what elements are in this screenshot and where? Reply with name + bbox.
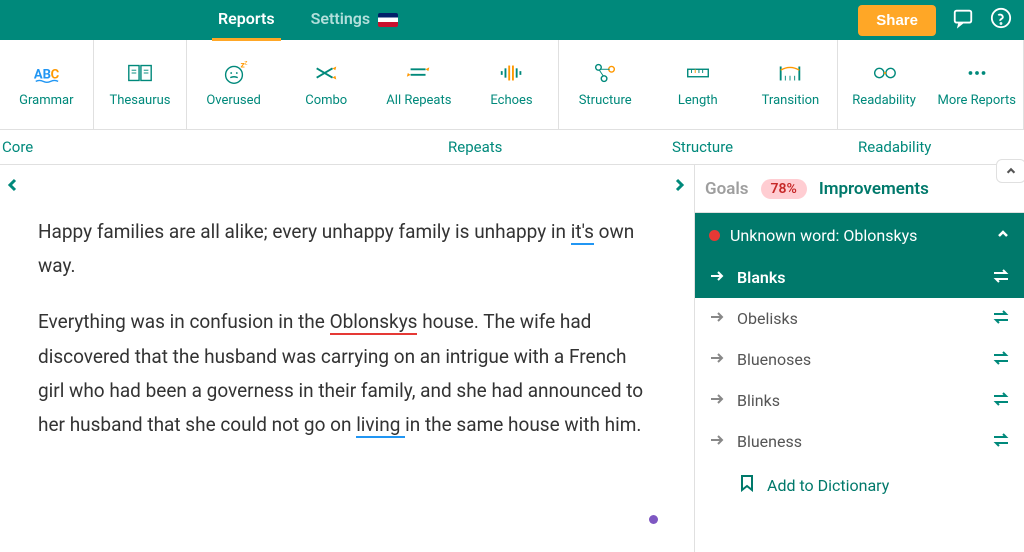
grammar-underline[interactable]: it's [571,220,594,245]
category-structure: Structure [672,138,733,156]
help-icon[interactable] [990,7,1012,33]
collapse-button[interactable] [996,159,1024,183]
share-button[interactable]: Share [858,5,936,36]
arrow-right-icon [709,391,725,410]
replace-icon[interactable] [992,391,1010,410]
issue-dot-icon [709,230,720,241]
category-bar: Core Repeats Structure Readability [0,130,1024,165]
more-icon [963,61,991,85]
svg-text:z: z [244,61,248,67]
toolbar-more[interactable]: More Reports [930,40,1024,129]
top-bar: Reports Settings Share [0,0,1024,40]
suggestion-label: Blueness [737,432,802,451]
issue-header[interactable]: Unknown word: Oblonskys [695,213,1024,257]
replace-icon[interactable] [992,350,1010,369]
paragraph[interactable]: Everything was in confusion in the Oblon… [38,305,648,442]
next-issue-button[interactable] [672,177,686,196]
category-readability: Readability [858,138,931,156]
structure-icon [591,61,619,85]
replace-icon[interactable] [992,268,1010,287]
toolbar-label: Transition [762,93,820,108]
toolbar-thesaurus[interactable]: Thesaurus [94,40,188,129]
allrepeats-icon [405,61,433,85]
suggestion-label: Blanks [737,268,786,287]
toolbar-echoes[interactable]: Echoes [465,40,559,129]
thesaurus-icon [126,61,154,85]
toolbar-structure[interactable]: Structure [559,40,652,129]
grammar-icon: ABC [32,61,60,85]
toolbar-label: Readability [852,93,916,108]
category-repeats: Repeats [448,138,502,156]
grammar-underline[interactable]: living [356,413,405,438]
top-right: Share [858,5,1012,36]
replace-icon[interactable] [992,309,1010,328]
suggestion-label: Blinks [737,391,780,410]
toolbar-label: Length [678,93,718,108]
suggestion-label: Obelisks [737,309,798,328]
chevron-up-icon [996,226,1010,245]
toolbar-transition[interactable]: Transition [744,40,838,129]
readability-icon [870,61,898,85]
issue-title: Unknown word: Oblonskys [730,226,917,245]
goals-percent-badge: 78% [761,179,807,199]
toolbar-combo[interactable]: Combo [280,40,373,129]
suggestion-primary[interactable]: Blanks [695,257,1024,298]
combo-icon [312,61,340,85]
sidebar-tabs: Goals 78% Improvements [695,165,1024,213]
text: Everything was in confusion in the [38,310,330,333]
suggestion-item[interactable]: Obelisks [695,298,1024,339]
arrow-right-icon [709,432,725,451]
chat-icon[interactable] [952,7,974,33]
suggestion-item[interactable]: Bluenoses [695,339,1024,380]
top-tabs: Reports Settings [212,0,404,41]
suggestion-item[interactable]: Blueness [695,421,1024,462]
text: Happy families are all alike; every unha… [38,220,571,243]
toolbar-readability[interactable]: Readability [838,40,931,129]
toolbar-label: Structure [579,93,632,108]
suggestion-item[interactable]: Blinks [695,380,1024,421]
add-to-dictionary[interactable]: Add to Dictionary [695,462,1024,508]
prev-issue-button[interactable] [6,177,20,196]
tab-reports[interactable]: Reports [212,0,281,41]
text: in the same house with him. [405,413,641,436]
overused-icon: zz [220,61,248,85]
add-dict-label: Add to Dictionary [767,476,889,495]
toolbar-label: Thesaurus [109,93,170,108]
toolbar-label: Echoes [490,93,532,108]
echoes-icon [498,61,526,85]
spelling-underline[interactable]: Oblonskys [330,310,418,335]
transition-icon [776,61,804,85]
tab-improvements[interactable]: Improvements [819,179,929,199]
main: Happy families are all alike; every unha… [0,165,1024,552]
toolbar: ABC Grammar Thesaurus zz Overused Combo … [0,40,1024,130]
arrow-right-icon [709,350,725,369]
flag-icon [378,13,398,27]
toolbar-overused[interactable]: zz Overused [187,40,280,129]
toolbar-label: More Reports [937,93,1015,108]
sidebar: Goals 78% Improvements Unknown word: Obl… [694,165,1024,552]
tab-settings-label: Settings [311,9,371,28]
paragraph[interactable]: Happy families are all alike; every unha… [38,215,648,283]
editor-wrap: Happy families are all alike; every unha… [0,165,694,552]
category-core: Core [2,138,33,156]
arrow-right-icon [709,309,725,328]
replace-icon[interactable] [992,432,1010,451]
arrow-right-icon [709,268,725,287]
bookmark-icon [739,474,755,496]
toolbar-label: Overused [206,93,261,108]
toolbar-grammar[interactable]: ABC Grammar [0,40,94,129]
toolbar-length[interactable]: Length [651,40,744,129]
tab-goals[interactable]: Goals [705,179,749,199]
suggestion-label: Bluenoses [737,350,811,369]
toolbar-allrepeats[interactable]: All Repeats [373,40,466,129]
toolbar-label: All Repeats [386,93,451,108]
tab-settings[interactable]: Settings [305,0,405,41]
length-icon [684,61,712,85]
toolbar-label: Combo [305,93,347,108]
editor[interactable]: Happy families are all alike; every unha… [0,183,686,484]
cursor-indicator [649,515,658,524]
toolbar-label: Grammar [19,93,73,108]
